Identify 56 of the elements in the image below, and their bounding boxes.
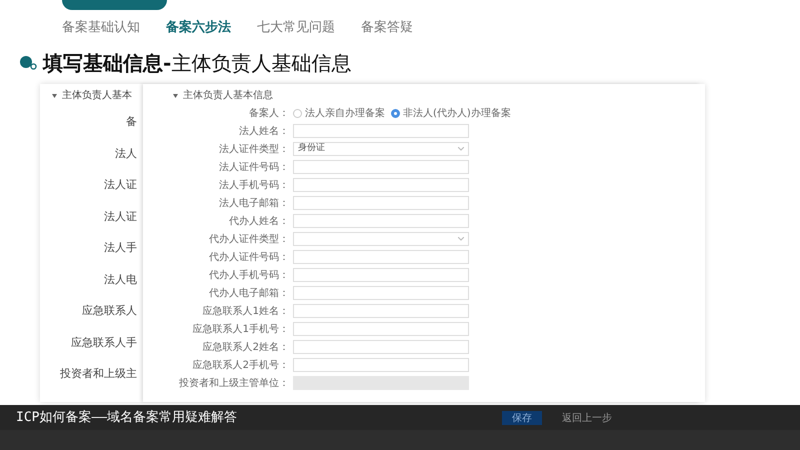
chevron-icon: [458, 147, 464, 151]
field-label: 应急联系人1手机号：: [192, 322, 290, 336]
field-label: 法人证: [104, 177, 137, 193]
input-field[interactable]: [293, 268, 469, 282]
field-label: 代办人电子邮箱：: [208, 286, 290, 300]
input-field[interactable]: [293, 286, 469, 300]
field-label: 应急联系人手: [71, 334, 137, 350]
nav-tab[interactable]: 备案答疑: [361, 18, 413, 38]
field-label: 法人电子邮箱：: [218, 196, 290, 210]
field-label: 法人证件号码：: [218, 160, 290, 174]
field-label: 应急联系人2手机号：: [192, 358, 290, 372]
input-field[interactable]: [293, 250, 469, 264]
input-field[interactable]: [293, 124, 469, 138]
form-button[interactable]: 保存: [502, 410, 542, 424]
field-label: 法人手机号码：: [218, 178, 290, 192]
field-label: 法人姓名：: [238, 124, 290, 138]
field-label: 应急联系人: [82, 303, 137, 319]
section-heading: 主体负责人基本信息: [183, 88, 273, 103]
caret-icon: [52, 94, 57, 98]
field-label: 法人证: [104, 208, 137, 224]
caption-text: ICP如何备案——域名备案常用疑难解答: [16, 408, 238, 427]
field-label: 投资者和上级主管单位：: [178, 376, 290, 390]
form-button[interactable]: 返回上一步: [556, 410, 618, 424]
radio-option[interactable]: 非法人(代办人)办理备案: [391, 106, 511, 120]
nav-tab[interactable]: 七大常见问题: [257, 18, 335, 38]
field-label: 代办人证件类型：: [208, 232, 290, 246]
section-title: 填写基础信息-主体负责人基础信息: [43, 50, 352, 77]
caret-icon: [173, 94, 178, 98]
field-label: 法人手: [104, 240, 137, 256]
input-field[interactable]: [293, 322, 469, 336]
field-label: 代办人证件号码：: [208, 250, 290, 264]
field-label: 应急联系人1姓名：: [202, 304, 290, 318]
input-field[interactable]: [293, 160, 469, 174]
chevron-icon: [458, 237, 464, 241]
input-field[interactable]: [293, 304, 469, 318]
field-label: 代办人姓名：: [228, 214, 290, 228]
input-field[interactable]: [293, 214, 469, 228]
field-label: 投资者和上级主: [60, 366, 137, 382]
bullet-icon: [20, 56, 37, 70]
field-label: 代办人手机号码：: [208, 268, 290, 282]
field-label: 法人: [115, 146, 137, 162]
field-label: 法人电: [104, 272, 137, 288]
input-field[interactable]: [293, 178, 469, 192]
nav-tab[interactable]: 备案六步法: [166, 18, 231, 38]
input-field[interactable]: [293, 196, 469, 210]
input-field[interactable]: [293, 340, 469, 354]
field-label: 应急联系人2姓名：: [202, 340, 290, 354]
field-label: 备案人：: [248, 106, 290, 120]
section-heading: 主体负责人基本: [62, 88, 132, 103]
nav-tab[interactable]: 备案基础认知: [62, 18, 140, 38]
radio-option[interactable]: 法人亲自办理备案: [293, 106, 385, 120]
field-label: 法人证件类型：: [218, 142, 290, 156]
select-field[interactable]: 身份证: [293, 142, 469, 156]
select-field[interactable]: [293, 232, 469, 246]
input-field[interactable]: [293, 358, 469, 372]
field-label: 备: [126, 114, 137, 130]
